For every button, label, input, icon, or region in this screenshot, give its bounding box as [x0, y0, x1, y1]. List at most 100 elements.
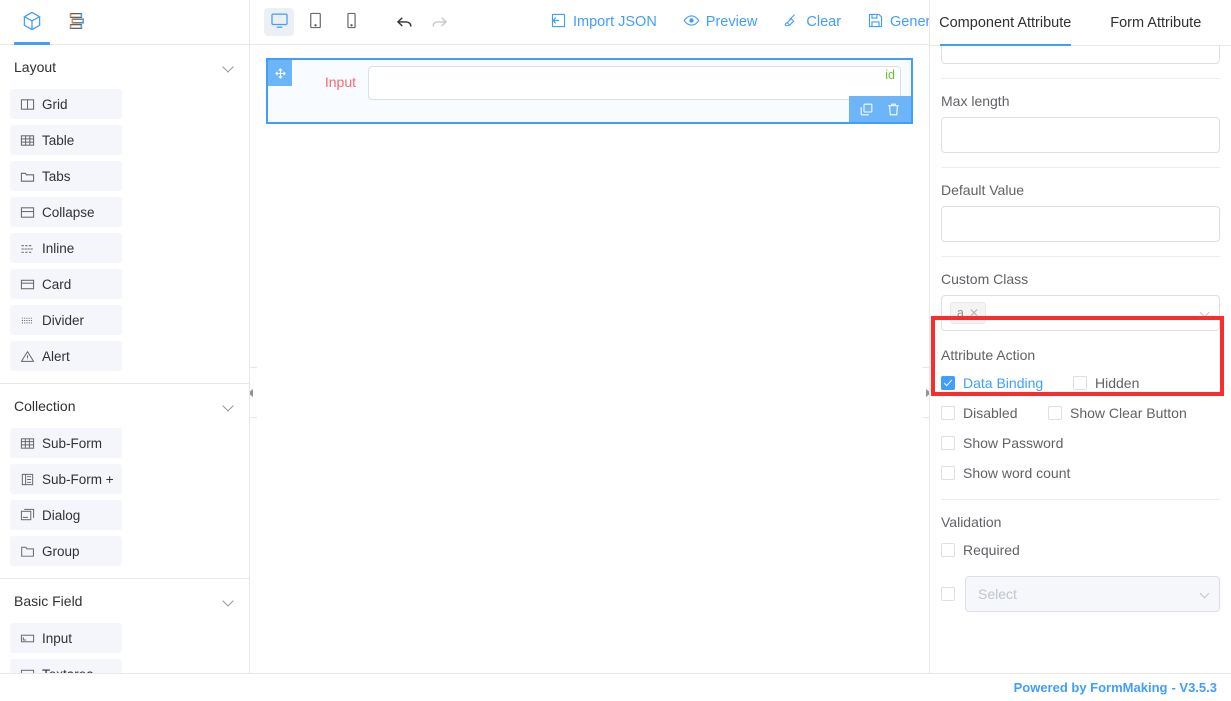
field-item-grid[interactable]: Grid	[10, 89, 122, 119]
field-item-label: Grid	[42, 96, 68, 112]
group-header-collection[interactable]: Collection	[10, 384, 239, 428]
clipped-input[interactable]	[941, 46, 1220, 64]
undo-button[interactable]	[394, 12, 415, 33]
tab-label: Component Attribute	[939, 14, 1072, 31]
grid-icon	[20, 97, 35, 112]
field-item-inline[interactable]: Inline	[10, 233, 122, 263]
field-custom-class: Custom Class a ✕	[941, 271, 1220, 331]
checkbox-data-binding[interactable]: Data Binding	[941, 375, 1073, 391]
preview-button[interactable]: Preview	[683, 12, 757, 33]
field-item-textarea[interactable]: Textarea	[10, 659, 122, 673]
default-value-input[interactable]	[941, 206, 1220, 242]
checkbox-required[interactable]: Required	[941, 542, 1020, 558]
tag-label: a	[957, 306, 964, 320]
field-item-dialog[interactable]: Dialog	[10, 500, 122, 530]
cube-icon	[21, 10, 43, 35]
group-icon	[20, 544, 35, 559]
field-item-group[interactable]: Group	[10, 536, 122, 566]
copy-icon[interactable]	[859, 102, 874, 117]
collapse-right-panel-button[interactable]	[922, 367, 929, 418]
divider	[941, 256, 1220, 257]
field-item-input[interactable]: Input	[10, 623, 122, 653]
tab-component-attribute[interactable]: Component Attribute	[930, 0, 1081, 46]
footer-version: - V3.5.3	[1171, 680, 1217, 695]
checkbox-show-word-count[interactable]: Show word count	[941, 465, 1070, 481]
footer-brand: Powered by FormMaking	[1013, 680, 1168, 695]
chevron-down-icon[interactable]	[1201, 309, 1210, 318]
chevron-down-icon[interactable]	[1201, 590, 1210, 599]
chevron-down-icon[interactable]	[223, 595, 235, 607]
widget-row: Input id	[268, 60, 911, 122]
trash-icon[interactable]	[886, 102, 901, 117]
checkbox-label: Data Binding	[963, 375, 1044, 391]
checkbox-hidden[interactable]: Hidden	[1073, 375, 1139, 391]
chevron-left-icon	[250, 388, 253, 397]
device-desktop-button[interactable]	[264, 8, 294, 36]
field-item-label: Sub-Form +	[42, 471, 114, 487]
group-collection: Collection Sub-Form Sub-Form + Dialog Gr…	[0, 384, 249, 576]
field-item-sub-form-plus[interactable]: Sub-Form +	[10, 464, 122, 494]
field-item-collapse[interactable]: Collapse	[10, 197, 122, 227]
group-basic-field: Basic Field Input Textarea 1	[0, 579, 249, 673]
chevron-down-icon[interactable]	[223, 61, 235, 73]
field-item-label: Input	[42, 630, 73, 646]
select-placeholder: Select	[978, 586, 1017, 602]
group-header-basic-field[interactable]: Basic Field	[10, 579, 239, 623]
tabs-icon	[20, 169, 35, 184]
custom-class-tag[interactable]: a ✕	[950, 302, 987, 324]
divider	[941, 167, 1220, 168]
divider	[941, 499, 1220, 500]
form-canvas[interactable]: Input id	[250, 45, 929, 673]
broom-icon	[783, 12, 800, 33]
field-item-label: Group	[42, 543, 80, 559]
group-layout: Layout Grid Table Tabs Collapse Inline C…	[0, 45, 249, 381]
custom-class-select[interactable]: a ✕	[941, 295, 1220, 331]
close-icon[interactable]: ✕	[969, 306, 979, 320]
canvas-widget-input[interactable]: Input id	[266, 58, 913, 124]
field-item-sub-form[interactable]: Sub-Form	[10, 428, 122, 458]
validation-rule-select[interactable]: Select	[965, 576, 1220, 612]
center-panel: Import JSON Preview Clear Generate JSON	[250, 0, 993, 673]
collapse-left-panel-button[interactable]	[250, 367, 257, 418]
field-item-tabs[interactable]: Tabs	[10, 161, 122, 191]
import-json-button[interactable]: Import JSON	[550, 12, 657, 33]
device-mobile-button[interactable]	[336, 8, 366, 36]
toolbar-action-label: Clear	[806, 14, 842, 30]
drag-handle[interactable]	[268, 60, 292, 86]
clear-button[interactable]: Clear	[783, 12, 841, 33]
group-title: Collection	[14, 398, 76, 414]
chevron-down-icon[interactable]	[223, 400, 235, 412]
checkbox-show-password[interactable]: Show Password	[941, 435, 1063, 451]
group-items-layout: Grid Table Tabs Collapse Inline Card Div…	[10, 89, 239, 381]
checkbox-box	[941, 406, 955, 420]
device-tablet-button[interactable]	[300, 8, 330, 36]
group-header-layout[interactable]: Layout	[10, 45, 239, 89]
field-item-label: Alert	[42, 348, 70, 364]
widget-input-box[interactable]	[368, 66, 901, 100]
group-title: Layout	[14, 59, 57, 75]
checkbox-show-clear-button[interactable]: Show Clear Button	[1048, 405, 1187, 421]
generate-icon	[867, 12, 884, 33]
widget-id-label: id	[885, 68, 895, 82]
validation-rule-row: Select	[941, 576, 1220, 612]
checkbox-disabled[interactable]: Disabled	[941, 405, 1048, 421]
checkbox-label: Disabled	[963, 405, 1018, 421]
components-tab[interactable]	[10, 0, 54, 45]
field-item-label: Sub-Form	[42, 435, 103, 451]
canvas-inner: Input id	[265, 57, 914, 649]
subform-icon	[20, 436, 35, 451]
redo-button[interactable]	[429, 12, 450, 33]
tab-form-attribute[interactable]: Form Attribute	[1081, 0, 1231, 45]
checkbox-validation-rule[interactable]	[941, 587, 955, 601]
checkbox-row-1: Data Binding Hidden	[941, 375, 1220, 391]
max-length-input[interactable]	[941, 117, 1220, 153]
field-item-alert[interactable]: Alert	[10, 341, 122, 371]
widget-input-wrapper[interactable]: id	[368, 66, 901, 100]
field-item-table[interactable]: Table	[10, 125, 122, 155]
tree-tab[interactable]	[54, 0, 98, 44]
checkbox-row-3: Show Password	[941, 435, 1220, 451]
field-item-divider[interactable]: Divider	[10, 305, 122, 335]
main-row: Layout Grid Table Tabs Collapse Inline C…	[0, 0, 1231, 673]
toolbar: Import JSON Preview Clear Generate JSON	[250, 0, 993, 45]
field-item-card[interactable]: Card	[10, 269, 122, 299]
